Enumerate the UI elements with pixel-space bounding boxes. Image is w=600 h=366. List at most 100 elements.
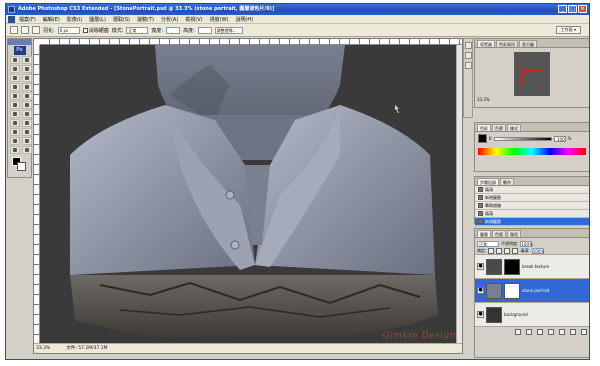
eraser-tool-icon[interactable] <box>10 101 20 109</box>
dodge-tool-icon[interactable] <box>22 110 32 118</box>
history-item[interactable]: 填滿 <box>475 210 589 218</box>
tab-navigator[interactable]: 導覽器 <box>477 40 495 47</box>
refine-edge-button[interactable]: 調整邊緣... <box>214 26 243 34</box>
opacity-input[interactable]: 100% <box>520 240 533 247</box>
menu-edit[interactable]: 編輯(E) <box>42 16 61 23</box>
tab-histogram[interactable]: 直方圖 <box>519 40 537 47</box>
menu-file[interactable]: 檔案(F) <box>18 16 37 23</box>
blur-tool-icon[interactable] <box>10 110 20 118</box>
new-selection-icon[interactable] <box>21 26 29 34</box>
history-item[interactable]: 填滿 <box>475 186 589 194</box>
zoom-level[interactable]: 33.3% <box>36 344 50 353</box>
lock-position-icon[interactable] <box>504 247 511 254</box>
menu-image[interactable]: 影像(I) <box>66 16 83 23</box>
visibility-eye-icon[interactable]: ● <box>477 311 484 318</box>
fill-input[interactable]: 100% <box>531 247 544 254</box>
style-select[interactable]: 正常 <box>126 26 149 34</box>
menu-layer[interactable]: 圖層(L) <box>88 16 107 23</box>
tab-history[interactable]: 步驟記錄 <box>477 178 499 185</box>
history-item[interactable]: 新增圖層 <box>475 194 589 202</box>
gradient-tool-icon[interactable] <box>22 101 32 109</box>
tab-swatches[interactable]: 色票 <box>492 124 506 131</box>
width-input[interactable] <box>166 26 181 34</box>
history-item[interactable]: 筆刷描繪 <box>475 202 589 210</box>
navigator-view-box[interactable] <box>522 70 542 86</box>
lock-all-icon[interactable] <box>512 247 519 254</box>
navigator-zoom[interactable]: 33.3% <box>475 96 589 104</box>
visibility-eye-icon[interactable]: ● <box>477 263 484 270</box>
color-spectrum-bar[interactable] <box>478 148 586 155</box>
tab-channels[interactable]: 色版 <box>492 230 506 237</box>
crop-tool-icon[interactable] <box>10 74 20 82</box>
history-item-current[interactable]: 新增圖層 <box>475 218 589 226</box>
adjustment-layer-icon[interactable] <box>548 329 554 335</box>
marquee-tool-preset-icon[interactable] <box>10 26 18 34</box>
vertical-scrollbar[interactable] <box>456 45 462 343</box>
menu-view[interactable]: 檢視(V) <box>184 16 203 23</box>
move-tool-icon[interactable] <box>10 56 20 64</box>
layer-name[interactable]: stone portrait <box>522 288 549 293</box>
tab-layers[interactable]: 圖層 <box>477 230 491 237</box>
visibility-eye-icon[interactable]: ● <box>477 287 484 294</box>
toolbox-header[interactable] <box>8 39 31 45</box>
hand-tool-icon[interactable] <box>10 146 20 154</box>
navigator-thumbnail[interactable] <box>514 52 550 96</box>
close-button[interactable]: × <box>578 5 587 13</box>
layer-row[interactable]: ● background <box>475 303 589 327</box>
zoom-tool-icon[interactable] <box>22 146 32 154</box>
tab-info[interactable]: 色彩資訊 <box>496 40 518 47</box>
tab-color[interactable]: 色彩 <box>477 124 491 131</box>
stamp-tool-icon[interactable] <box>10 92 20 100</box>
trash-icon[interactable] <box>581 329 587 335</box>
shape-tool-icon[interactable] <box>22 128 32 136</box>
type-tool-icon[interactable] <box>22 119 32 127</box>
layer-mask-thumbnail[interactable] <box>504 282 520 299</box>
magic-wand-tool-icon[interactable] <box>22 65 32 73</box>
workspace-button[interactable]: 工作區 ▾ <box>555 26 581 34</box>
brush-tool-icon[interactable] <box>22 83 32 91</box>
menu-select[interactable]: 選取(S) <box>112 16 131 23</box>
marquee-tool-icon[interactable] <box>22 56 32 64</box>
k-channel-slider[interactable] <box>493 136 552 141</box>
dock-icon-layer-comps[interactable] <box>464 62 472 69</box>
height-input[interactable] <box>197 26 212 34</box>
maximize-button[interactable]: □ <box>568 5 577 13</box>
pen-tool-icon[interactable] <box>10 119 20 127</box>
menu-filter[interactable]: 濾鏡(T) <box>136 16 155 23</box>
notes-tool-icon[interactable] <box>10 137 20 145</box>
layer-row-selected[interactable]: ● stone portrait <box>475 279 589 303</box>
slice-tool-icon[interactable] <box>22 74 32 82</box>
new-group-icon[interactable] <box>559 329 565 335</box>
history-brush-tool-icon[interactable] <box>22 92 32 100</box>
dock-icon-brushes[interactable] <box>464 42 472 49</box>
layer-thumbnail[interactable] <box>486 282 502 299</box>
menu-analysis[interactable]: 分析(A) <box>160 16 179 23</box>
add-mask-icon[interactable] <box>537 329 543 335</box>
layer-name[interactable]: background <box>504 312 528 317</box>
link-layers-icon[interactable] <box>515 329 521 335</box>
current-color-swatch[interactable] <box>478 134 487 143</box>
add-selection-icon[interactable] <box>32 26 40 34</box>
image-canvas[interactable] <box>40 45 456 343</box>
healing-tool-icon[interactable] <box>10 83 20 91</box>
menu-window[interactable]: 視窗(W) <box>209 16 230 23</box>
path-select-tool-icon[interactable] <box>10 128 20 136</box>
lasso-tool-icon[interactable] <box>10 65 20 73</box>
layer-thumbnail[interactable] <box>486 306 502 323</box>
dock-icon-tool-presets[interactable] <box>464 52 472 59</box>
lock-pixels-icon[interactable] <box>496 247 503 254</box>
tab-actions[interactable]: 動作 <box>500 178 514 185</box>
new-layer-icon[interactable] <box>570 329 576 335</box>
layer-thumbnail[interactable] <box>486 258 502 275</box>
k-channel-value[interactable]: 100 <box>553 135 566 142</box>
background-color-swatch[interactable] <box>17 162 26 171</box>
feather-input[interactable]: 0 px <box>57 26 80 34</box>
layer-style-icon[interactable] <box>526 329 532 335</box>
minimize-button[interactable]: _ <box>558 5 567 13</box>
tab-styles[interactable]: 樣式 <box>507 124 521 131</box>
antialias-checkbox[interactable]: 消除鋸齒 <box>82 27 109 34</box>
tab-paths[interactable]: 路徑 <box>507 230 521 237</box>
eyedropper-tool-icon[interactable] <box>22 137 32 145</box>
layer-mask-thumbnail[interactable] <box>504 258 520 275</box>
layer-row[interactable]: ● break texture <box>475 255 589 279</box>
